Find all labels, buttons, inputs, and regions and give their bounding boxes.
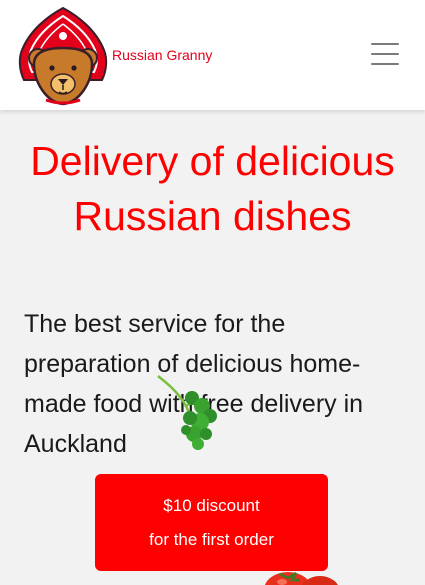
page: Russian Granny Delivery of delicious Rus… bbox=[0, 0, 425, 585]
hero-description: The best service for the preparation of … bbox=[24, 310, 364, 458]
menu-bar bbox=[371, 63, 399, 65]
home-logo-link[interactable] bbox=[16, 6, 110, 106]
hamburger-menu-icon[interactable] bbox=[371, 41, 401, 67]
brand-name[interactable]: Russian Granny bbox=[112, 47, 212, 63]
cta-line-2: for the first order bbox=[149, 529, 274, 549]
menu-bar bbox=[371, 43, 399, 45]
discount-cta-button[interactable]: $10 discount for the first order bbox=[95, 474, 328, 571]
site-header: Russian Granny bbox=[0, 0, 425, 110]
hero-title: Delivery of delicious Russian dishes bbox=[30, 138, 395, 239]
cta-line-1: $10 discount bbox=[163, 495, 260, 515]
bear-kokoshnik-logo-icon bbox=[18, 6, 108, 106]
menu-bar bbox=[371, 53, 399, 55]
